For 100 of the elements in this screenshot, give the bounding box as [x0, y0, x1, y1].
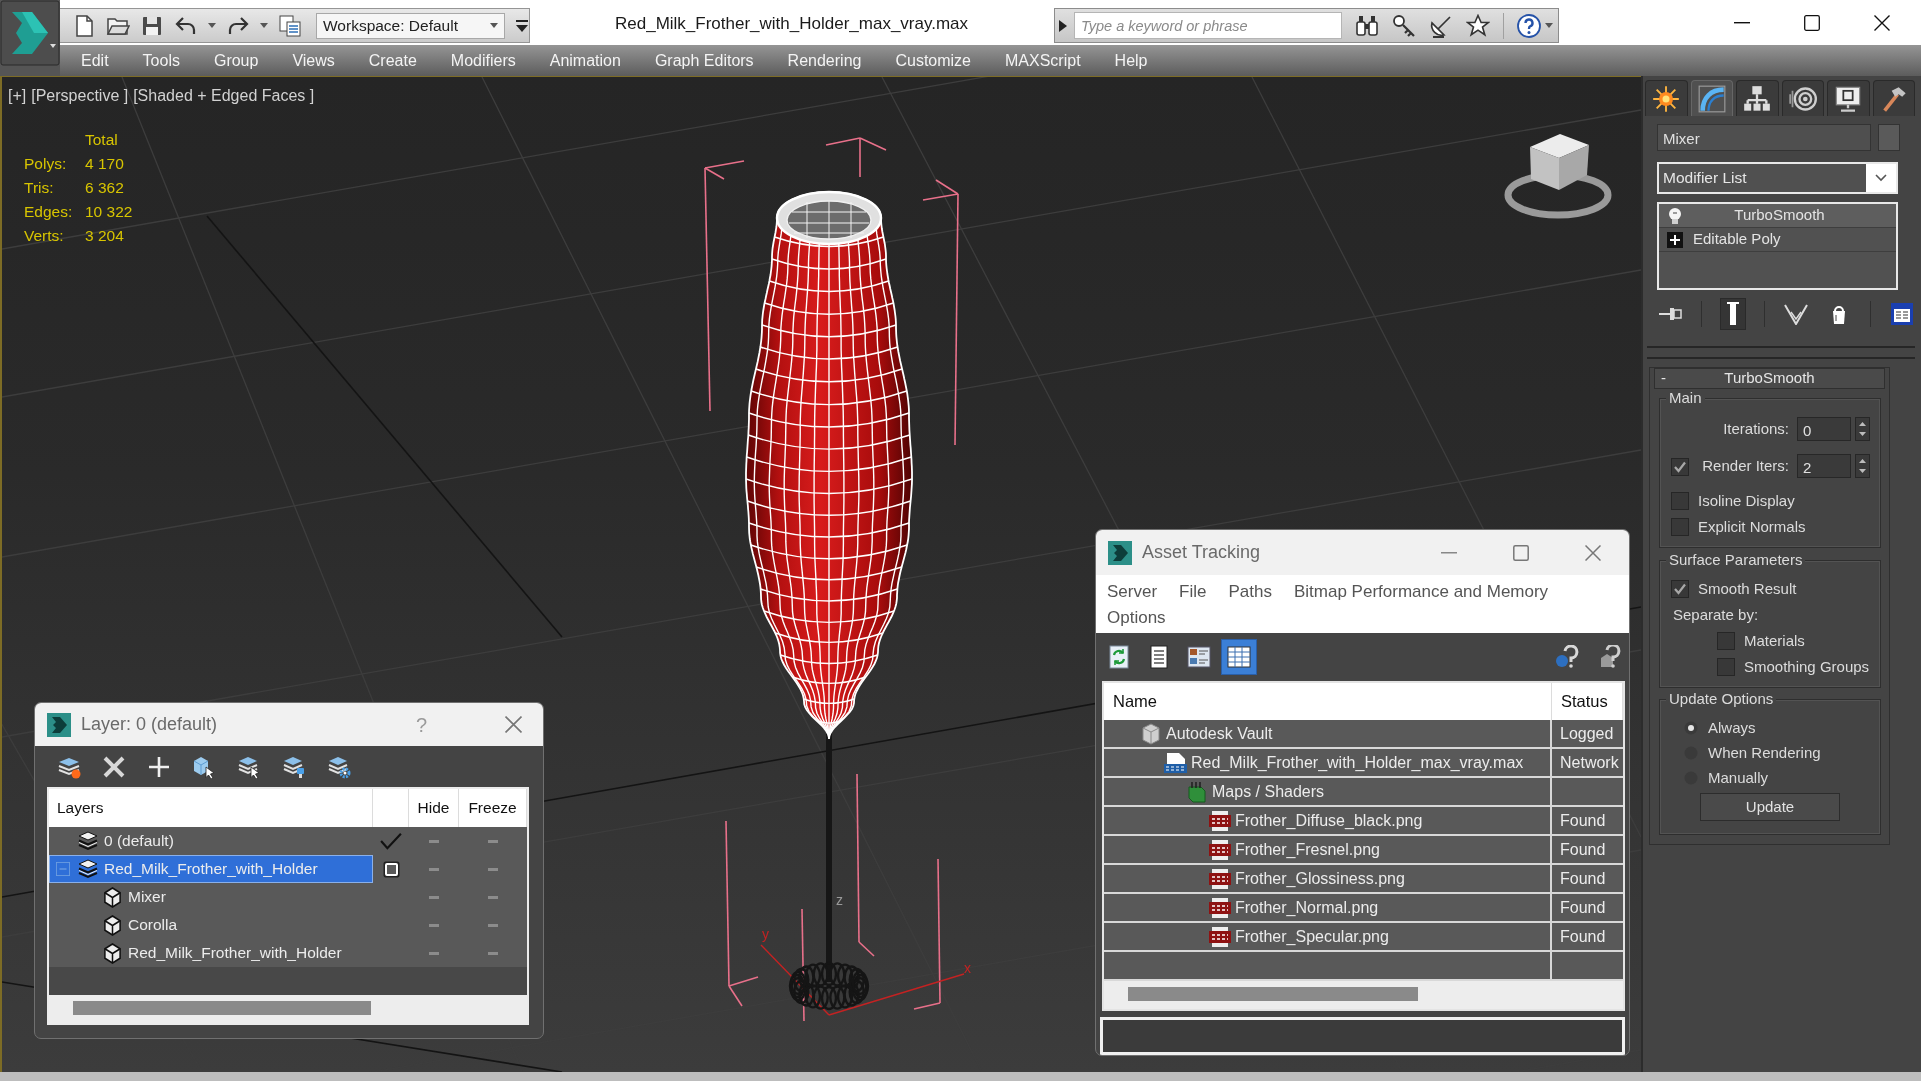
color-swatch-icon[interactable]: [1878, 124, 1900, 151]
cube-cursor-icon[interactable]: [192, 754, 216, 779]
horizontal-scrollbar[interactable]: [49, 995, 527, 1023]
layers-cursor-icon[interactable]: [237, 754, 261, 779]
help-person-icon[interactable]: [1555, 645, 1579, 669]
checkbox[interactable]: [1671, 580, 1689, 598]
menu-item[interactable]: MAXScript: [988, 48, 1098, 73]
key-icon[interactable]: [1392, 13, 1416, 38]
spinner-arrows-icon[interactable]: [1855, 417, 1870, 441]
update-button[interactable]: Update: [1700, 793, 1840, 821]
x-mark-icon[interactable]: [102, 754, 126, 779]
panel-tab[interactable]: [1872, 80, 1915, 116]
panel-tab[interactable]: [1736, 80, 1779, 116]
column-header[interactable]: Layers: [57, 796, 104, 820]
scrollbar-thumb[interactable]: [1128, 987, 1418, 1001]
menu-item[interactable]: Help: [1097, 48, 1165, 73]
checkbox[interactable]: [1671, 492, 1689, 510]
checkbox[interactable]: [1717, 632, 1735, 650]
horizontal-scrollbar[interactable]: [1104, 981, 1623, 1009]
star-icon[interactable]: [1466, 13, 1490, 38]
selected-frother-drawing[interactable]: [704, 137, 965, 1022]
spinner-arrows-icon[interactable]: [1855, 454, 1870, 478]
asset-row[interactable]: Frother_Glossiness.png Found: [1104, 865, 1623, 894]
workspace-dropdown[interactable]: Workspace: Default: [316, 12, 505, 39]
asset-row[interactable]: Maps / Shaders: [1104, 778, 1623, 807]
checkmark-icon[interactable]: [380, 832, 402, 850]
collapse-toggle[interactable]: -: [1655, 367, 1675, 390]
menu-item[interactable]: Customize: [878, 48, 988, 73]
rollout-header[interactable]: - TurboSmooth: [1654, 368, 1885, 389]
asset-row[interactable]: Frother_Specular.png Found: [1104, 923, 1623, 952]
column-header[interactable]: Hide: [417, 796, 450, 820]
checkbox[interactable]: [1671, 457, 1689, 476]
menu-item[interactable]: Options: [1107, 606, 1166, 630]
menu-item[interactable]: Server: [1107, 580, 1158, 604]
column-header[interactable]: Freeze: [468, 796, 517, 820]
checkbox[interactable]: [1717, 658, 1735, 676]
menu-item[interactable]: Group: [196, 48, 276, 73]
layer-row[interactable]: Red_Milk_Frother_with_Holder: [49, 855, 527, 883]
binoculars-icon[interactable]: [1355, 13, 1379, 38]
asset-row[interactable]: Frother_Diffuse_black.png Found: [1104, 807, 1623, 836]
column-header[interactable]: Status: [1561, 689, 1608, 714]
asset-row[interactable]: Frother_Fresnel.png Found: [1104, 836, 1623, 865]
spinner-field[interactable]: 0: [1797, 417, 1851, 441]
asset-row[interactable]: Autodesk Vault Logged: [1104, 720, 1623, 749]
column-header[interactable]: Name: [1113, 689, 1157, 714]
menu-item[interactable]: Create: [351, 48, 434, 73]
caret-icon[interactable]: [208, 23, 216, 28]
asset-row[interactable]: Red_Milk_Frother_with_Holder_max_vray.max Network: [1104, 749, 1623, 778]
viewcube-icon[interactable]: [1504, 134, 1612, 219]
path-field[interactable]: [1100, 1017, 1625, 1055]
caret-icon[interactable]: [260, 23, 268, 28]
app-logo-icon[interactable]: [0, 0, 60, 76]
menu-item[interactable]: Views: [275, 48, 352, 73]
stack-item[interactable]: Editable Poly: [1659, 228, 1896, 252]
menu-item[interactable]: Animation: [532, 48, 638, 73]
layer-row[interactable]: 0 (default): [49, 827, 527, 855]
layers-pin-icon[interactable]: [282, 754, 306, 779]
menu-item[interactable]: Graph Editors: [637, 48, 771, 73]
layers-gear-icon[interactable]: [327, 754, 351, 779]
caret-icon[interactable]: [1545, 23, 1553, 28]
checkbox[interactable]: [1671, 518, 1689, 536]
curve-icon: [1697, 84, 1726, 113]
viewport-menu-label[interactable]: [Perspective ]: [31, 84, 129, 108]
spinner-field[interactable]: 2: [1797, 454, 1851, 478]
search-field[interactable]: Type a keyword or phrase: [1074, 12, 1342, 39]
menu-item[interactable]: Bitmap Performance and Memory: [1293, 580, 1549, 604]
menu-item[interactable]: Tools: [125, 48, 197, 73]
window-title: Red_Milk_Frother_with_Holder_max_vray.max: [615, 13, 969, 35]
asset-status: Found: [1560, 897, 1606, 918]
plus-box-icon[interactable]: [1667, 231, 1683, 248]
stack-item[interactable]: TurboSmooth: [1659, 204, 1896, 228]
documents-icon[interactable]: [278, 13, 302, 38]
view-mode-button[interactable]: [1221, 639, 1257, 675]
modifier-list-dropdown[interactable]: Modifier List: [1657, 162, 1898, 194]
menu-item[interactable]: File: [1179, 580, 1207, 604]
menu-item[interactable]: Edit: [64, 48, 126, 73]
expand-arrow-icon[interactable]: [1059, 19, 1067, 32]
lightbulb-icon[interactable]: [1667, 206, 1683, 225]
asset-row[interactable]: Frother_Normal.png Found: [1104, 894, 1623, 923]
panel-tab[interactable]: [1781, 80, 1824, 116]
panel-tab[interactable]: [1827, 80, 1870, 116]
radio-label: When Rendering: [1708, 742, 1821, 763]
image-file-icon: [1209, 810, 1231, 831]
scrollbar-thumb[interactable]: [73, 1001, 371, 1015]
stack-tool-button[interactable]: [1719, 298, 1746, 330]
satellite-dish-icon[interactable]: [1429, 13, 1453, 38]
menu-item[interactable]: Rendering: [770, 48, 879, 73]
viewport-menu-label[interactable]: [+]: [8, 84, 27, 108]
menu-item[interactable]: Modifiers: [433, 48, 533, 73]
square-icon[interactable]: [382, 860, 400, 878]
viewport-menu-label[interactable]: [Shaded + Edged Faces ]: [133, 84, 315, 108]
help-icon[interactable]: [1517, 13, 1541, 38]
object-name-field[interactable]: Mixer: [1657, 124, 1871, 151]
field-label: Render Iters:: [1701, 455, 1789, 476]
panel-tab[interactable]: [1645, 80, 1688, 116]
menu-item[interactable]: Paths: [1228, 580, 1272, 604]
plus-icon[interactable]: [147, 754, 171, 779]
dropdown-menu-icon[interactable]: [515, 18, 529, 33]
close-icon: [1874, 14, 1890, 31]
radio-button[interactable]: [1684, 721, 1698, 735]
